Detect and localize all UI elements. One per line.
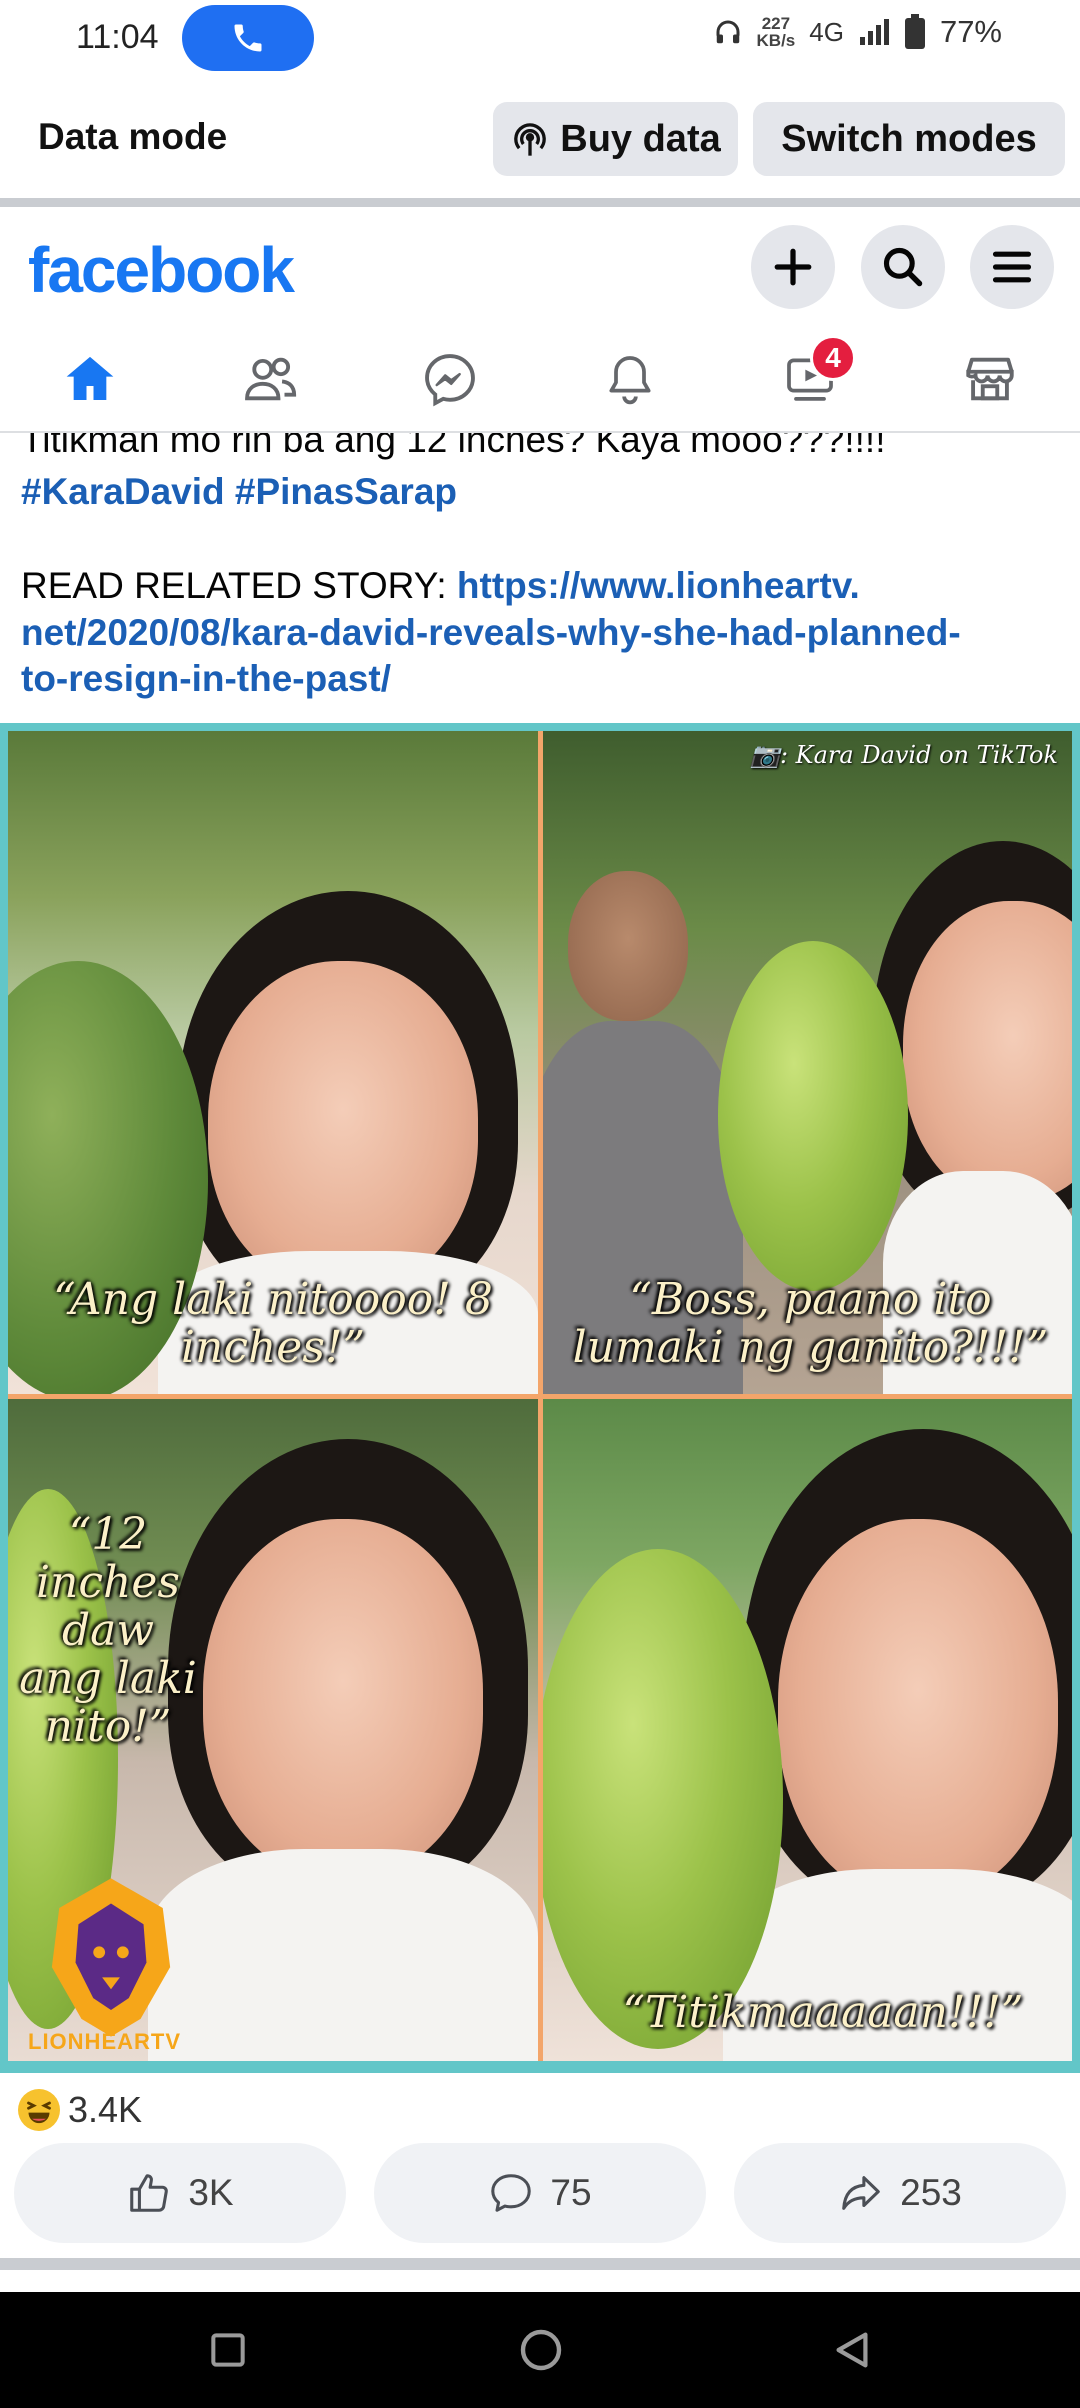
comment-icon (491, 2174, 532, 2212)
man-face-shape (568, 871, 688, 1021)
comment-count: 75 (550, 2172, 592, 2213)
like-count: 3K (188, 2172, 234, 2213)
status-bar: 11:04 227 KB/s 4G 77% (0, 0, 1080, 78)
post-text-line: Titikman mo rin ba ang 12 inches? Kaya m… (21, 433, 886, 460)
share-count: 253 (900, 2172, 962, 2213)
net-speed-unit: KB/s (756, 31, 796, 50)
friends-icon (245, 357, 297, 401)
hamburger-menu-icon (992, 251, 1032, 283)
tab-home[interactable] (0, 327, 180, 431)
create-button[interactable] (751, 225, 835, 309)
read-related-label: READ RELATED STORY: (21, 565, 457, 606)
headphones-icon (716, 20, 740, 44)
nav-tabs (0, 327, 1080, 433)
post-image[interactable]: “Ang laki nitoooo! 8 inches!” 📷: Kara Da… (0, 723, 1080, 2073)
collage-panel-2: 📷: Kara David on TikTok “Boss, paano ito… (543, 731, 1072, 1394)
post-hashtags[interactable]: #KaraDavid #PinasSarap (21, 469, 457, 515)
divider (0, 2258, 1080, 2270)
back-triangle-icon (836, 2332, 868, 2368)
like-button[interactable]: 3K (14, 2143, 346, 2243)
buy-data-label: Buy data (560, 117, 721, 160)
square-icon (211, 2333, 245, 2367)
back-button[interactable] (822, 2320, 882, 2380)
search-icon (883, 247, 923, 287)
broadcast-icon (514, 123, 547, 156)
face-shape (778, 1519, 1058, 1899)
thumbs-up-icon (130, 2174, 169, 2212)
share-arrow-icon (842, 2176, 880, 2210)
data-mode-label: Data mode (38, 116, 228, 157)
menu-button[interactable] (970, 225, 1054, 309)
messenger-icon (425, 354, 475, 407)
read-related-line: READ RELATED STORY: https://www.lionhear… (21, 563, 860, 609)
collage-frame: “Ang laki nitoooo! 8 inches!” 📷: Kara Da… (8, 731, 1072, 2061)
share-button[interactable]: 253 (734, 2143, 1066, 2243)
reactions-summary[interactable]: 3.4K (0, 2073, 1080, 2143)
tab-marketplace[interactable] (900, 327, 1080, 431)
post-text: Titikman mo rin ba ang 12 inches? Kaya m… (0, 433, 1080, 713)
mango-shape (718, 941, 908, 1291)
face-shape (203, 1519, 483, 1879)
home-nav-button[interactable] (511, 2320, 571, 2380)
bell-icon (609, 356, 651, 405)
buy-data-button[interactable]: Buy data (493, 102, 738, 176)
collage-panel-1: “Ang laki nitoooo! 8 inches!” (8, 731, 538, 1394)
related-story-link[interactable]: https://www.lionheartv. (457, 565, 860, 606)
fb-header: facebook (0, 207, 1080, 327)
data-mode-bar: Data mode Buy data Switch modes (0, 78, 1080, 198)
net-speed: 227 KB/s (757, 15, 796, 49)
reaction-count: 3.4K (68, 2089, 143, 2130)
caption-4: “Titikmaaaaan!!!” (622, 1987, 1024, 2038)
feed-gap (0, 2270, 1080, 2292)
lionheartv-brand: LIONHEARTV (28, 2029, 181, 2054)
status-icons: 227 KB/s 4G 77% (713, 14, 1002, 50)
face-shape (208, 961, 478, 1291)
switch-modes-label: Switch modes (781, 117, 1037, 160)
collage-panel-4: “Titikmaaaaan!!!” (543, 1399, 1072, 2061)
collage-panel-3: “12 inches daw ang laki nito!” LIONHEART… (8, 1399, 538, 2061)
comment-button[interactable]: 75 (374, 2143, 706, 2243)
ongoing-call-pill[interactable] (182, 5, 314, 71)
battery-icon (904, 14, 925, 49)
tab-friends[interactable] (180, 327, 360, 431)
search-button[interactable] (861, 225, 945, 309)
video-notification-badge: 4 (810, 335, 856, 381)
post-actions: 3K 75 253 (0, 2143, 1080, 2247)
mango-shape (543, 1549, 783, 2049)
tab-messenger[interactable] (360, 327, 540, 431)
status-time: 11:04 (76, 18, 159, 56)
lionheartv-logo (51, 1878, 171, 2037)
related-story-link-cont[interactable]: net/2020/08/kara-david-reveals-why-she-h… (21, 610, 961, 656)
net-speed-value: 227 (761, 14, 791, 33)
marketplace-icon (966, 357, 1014, 401)
battery-percent: 77% (939, 14, 1002, 49)
tab-notifications[interactable] (540, 327, 720, 431)
caption-3: “12 inches daw ang laki nito!” (19, 1509, 197, 1752)
related-story-link-end[interactable]: to-resign-in-the-past/ (21, 656, 391, 702)
circle-icon (520, 2329, 562, 2371)
switch-modes-button[interactable]: Switch modes (753, 102, 1065, 176)
plus-icon (774, 248, 812, 286)
tab-video[interactable] (720, 327, 900, 431)
divider (0, 198, 1080, 207)
shirt-shape (148, 1849, 538, 2061)
android-navigation-bar (0, 2292, 1080, 2408)
phone-icon (234, 24, 262, 52)
laughing-emoji-icon (18, 2089, 60, 2131)
signal-icon (859, 19, 889, 45)
facebook-logo[interactable]: facebook (28, 233, 295, 307)
photo-credit: 📷: Kara David on TikTok (750, 741, 1058, 769)
network-type: 4G (809, 16, 844, 47)
recents-button[interactable] (198, 2320, 258, 2380)
home-icon (66, 356, 114, 400)
caption-1: “Ang laki nitoooo! 8 inches!” (53, 1274, 493, 1373)
caption-2: “Boss, paano ito lumaki ng ganito?!!!” (572, 1274, 1049, 1373)
